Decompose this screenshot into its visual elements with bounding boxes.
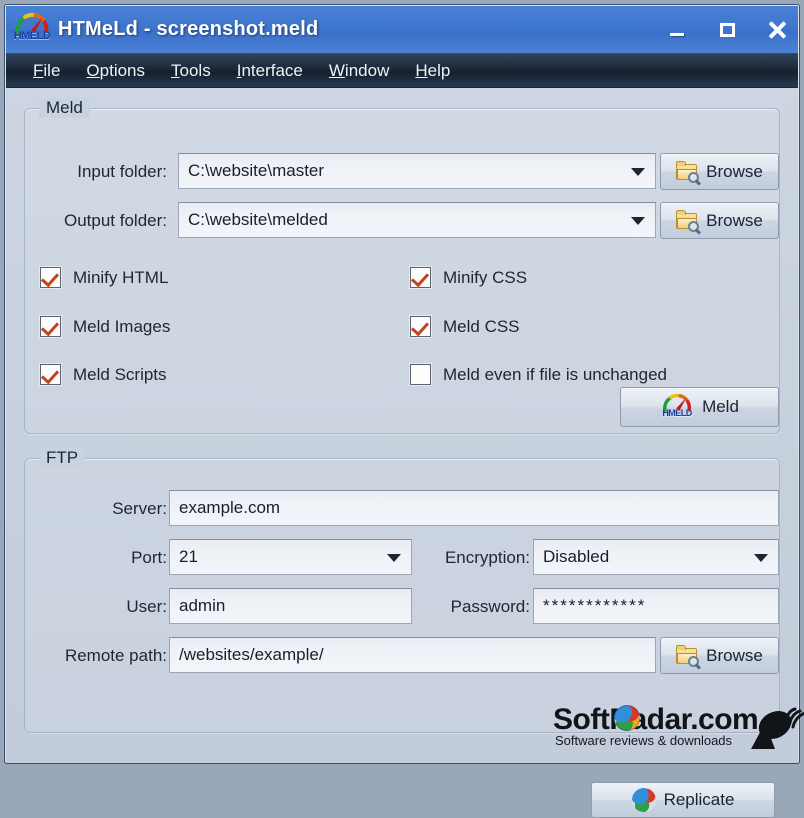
menu-item-help[interactable]: Help	[402, 59, 463, 83]
remote-path-value: /websites/example/	[179, 645, 324, 664]
user-input[interactable]: admin	[169, 588, 412, 624]
checkbox-meld-even-if-unchanged-label: Meld even if file is unchanged	[443, 364, 667, 384]
encryption-value: Disabled	[543, 547, 610, 566]
user-label: User:	[126, 597, 167, 616]
remote-path-browse-button[interactable]: Browse	[660, 637, 779, 674]
replicate-button[interactable]: Replicate	[591, 782, 775, 818]
meld-group: Meld Input folder: C:\website\master Bro…	[24, 98, 780, 434]
input-folder-browse-label: Browse	[706, 161, 763, 181]
checkbox-meld-scripts-box[interactable]	[40, 364, 61, 385]
server-label: Server:	[112, 499, 167, 518]
input-folder-label: Input folder:	[77, 162, 167, 181]
output-folder-value: C:\website\melded	[188, 210, 328, 229]
checkbox-meld-css[interactable]: Meld CSS	[410, 316, 520, 337]
checkbox-minify-html[interactable]: Minify HTML	[40, 267, 168, 288]
menu-bar: File Options Tools Interface Window Help	[6, 54, 798, 88]
app-logo-icon: HMELD	[660, 393, 694, 421]
chevron-down-icon	[754, 554, 768, 562]
checkbox-minify-css-box[interactable]	[410, 267, 431, 288]
checkbox-meld-even-if-unchanged[interactable]: Meld even if file is unchanged	[410, 364, 667, 385]
close-icon	[768, 21, 786, 39]
server-value: example.com	[179, 498, 281, 517]
user-value: admin	[179, 596, 226, 615]
meld-button-label: Meld	[702, 397, 739, 416]
port-combo[interactable]: 21	[169, 539, 412, 575]
checkbox-minify-css[interactable]: Minify CSS	[410, 267, 527, 288]
output-folder-browse-button[interactable]: Browse	[660, 202, 779, 239]
menu-item-options[interactable]: Options	[73, 59, 158, 83]
app-logo-text: HMELD	[13, 29, 51, 42]
meld-group-title: Meld	[39, 98, 90, 118]
input-folder-combo[interactable]: C:\website\master	[178, 153, 656, 189]
encryption-label: Encryption:	[444, 548, 530, 567]
checkbox-meld-even-if-unchanged-box[interactable]	[410, 364, 431, 385]
port-value: 21	[179, 547, 198, 566]
ftp-group: FTP Server: example.com Port: 21 Encrypt…	[24, 448, 780, 733]
remote-path-browse-label: Browse	[706, 645, 763, 665]
ftp-group-title: FTP	[39, 448, 86, 468]
globe-icon	[631, 788, 656, 812]
maximize-button[interactable]	[714, 17, 740, 43]
output-folder-combo[interactable]: C:\website\melded	[178, 202, 656, 238]
title-bar: HMELD HTMeLd - screenshot.meld	[6, 6, 798, 54]
password-label: Password:	[450, 597, 530, 616]
meld-button[interactable]: HMELD Meld	[620, 387, 779, 427]
maximize-icon	[719, 23, 735, 37]
close-button[interactable]	[764, 17, 790, 43]
port-label: Port:	[131, 548, 167, 567]
checkbox-meld-images-box[interactable]	[40, 316, 61, 337]
input-folder-browse-button[interactable]: Browse	[660, 153, 779, 190]
password-input[interactable]: ************	[533, 588, 779, 624]
menu-item-interface[interactable]: Interface	[224, 59, 316, 83]
app-logo-text: HMELD	[662, 408, 692, 418]
encryption-combo[interactable]: Disabled	[533, 539, 779, 575]
output-folder-browse-label: Browse	[706, 210, 763, 230]
checkbox-minify-html-box[interactable]	[40, 267, 61, 288]
password-value: ************	[543, 596, 647, 615]
remote-path-input[interactable]: /websites/example/	[169, 637, 656, 673]
folder-search-icon	[676, 209, 700, 232]
content-area: Meld Input folder: C:\website\master Bro…	[6, 88, 798, 818]
input-folder-value: C:\website\master	[188, 161, 325, 180]
checkbox-minify-html-label: Minify HTML	[73, 267, 169, 287]
checkbox-minify-css-label: Minify CSS	[443, 267, 528, 287]
minimize-icon	[670, 33, 684, 36]
checkbox-meld-scripts[interactable]: Meld Scripts	[40, 364, 167, 385]
menu-item-file[interactable]: File	[20, 59, 73, 83]
chevron-down-icon	[387, 554, 401, 562]
application-window: HMELD HTMeLd - screenshot.meld File Opti…	[4, 4, 804, 818]
chevron-down-icon	[631, 168, 645, 176]
checkbox-meld-images[interactable]: Meld Images	[40, 316, 170, 337]
app-logo-icon: HMELD	[12, 10, 52, 50]
server-input[interactable]: example.com	[169, 490, 779, 526]
window-controls	[664, 6, 790, 54]
checkbox-meld-images-label: Meld Images	[73, 316, 171, 336]
checkbox-meld-css-label: Meld CSS	[443, 316, 520, 336]
folder-search-icon	[676, 644, 700, 667]
minimize-button[interactable]	[664, 17, 690, 43]
menu-item-tools[interactable]: Tools	[158, 59, 224, 83]
window-title: HTMeLd - screenshot.meld	[58, 18, 319, 40]
chevron-down-icon	[631, 217, 645, 225]
checkbox-meld-css-box[interactable]	[410, 316, 431, 337]
remote-path-label: Remote path:	[64, 646, 167, 665]
menu-item-window[interactable]: Window	[316, 59, 402, 83]
checkbox-meld-scripts-label: Meld Scripts	[73, 364, 167, 384]
output-folder-label: Output folder:	[63, 211, 167, 230]
folder-search-icon	[676, 160, 700, 183]
replicate-button-label: Replicate	[663, 790, 735, 809]
